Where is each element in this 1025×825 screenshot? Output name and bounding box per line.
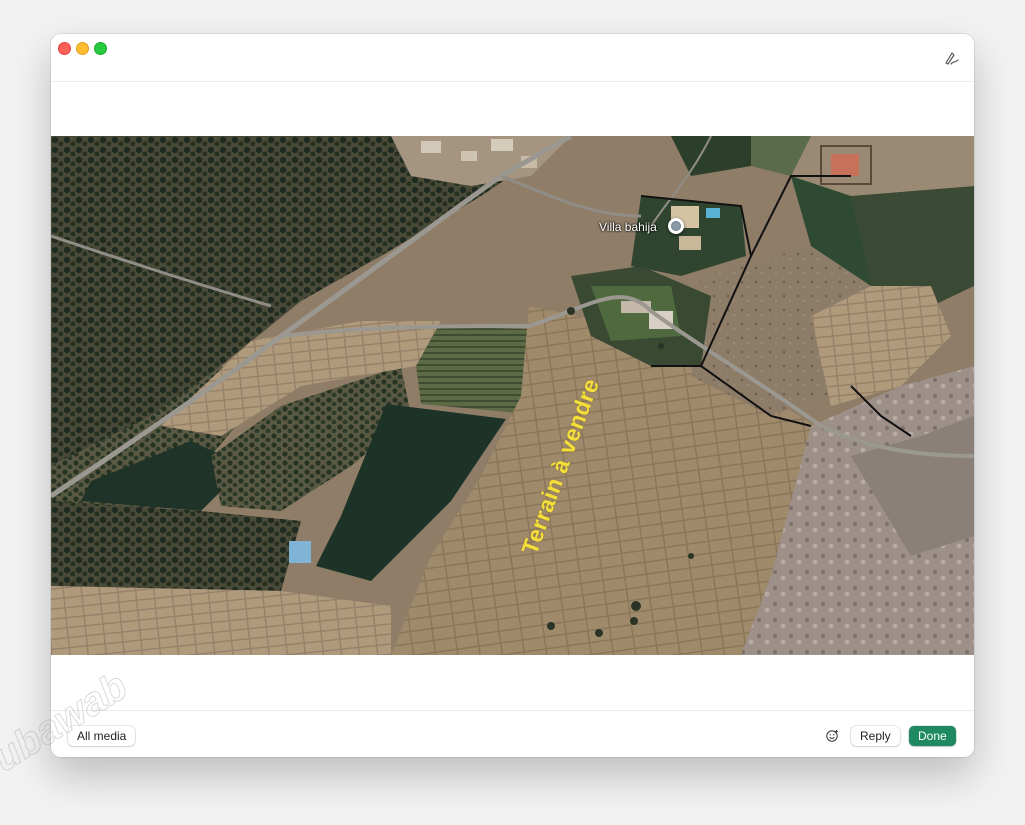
satellite-image-drawing [51,136,974,655]
location-pin-icon [668,218,684,234]
markup-pen-icon[interactable] [942,48,962,68]
media-stage: Villa bahija Terrain à vendre [51,82,974,710]
reply-button[interactable]: Reply [851,726,900,746]
smiley-face-icon[interactable] [825,728,841,744]
title-bar [51,34,974,82]
footer-toolbar: All media Reply Done [51,710,974,757]
done-button[interactable]: Done [909,726,956,746]
media-viewer-window: Villa bahija Terrain à vendre All media … [51,34,974,757]
close-window-button[interactable] [58,42,71,55]
place-label: Villa bahija [599,220,657,234]
desktop: Villa bahija Terrain à vendre All media … [0,0,1025,825]
satellite-photo: Villa bahija Terrain à vendre [51,136,974,655]
all-media-button[interactable]: All media [68,726,136,746]
minimize-window-button[interactable] [76,42,89,55]
maximize-window-button[interactable] [94,42,107,55]
